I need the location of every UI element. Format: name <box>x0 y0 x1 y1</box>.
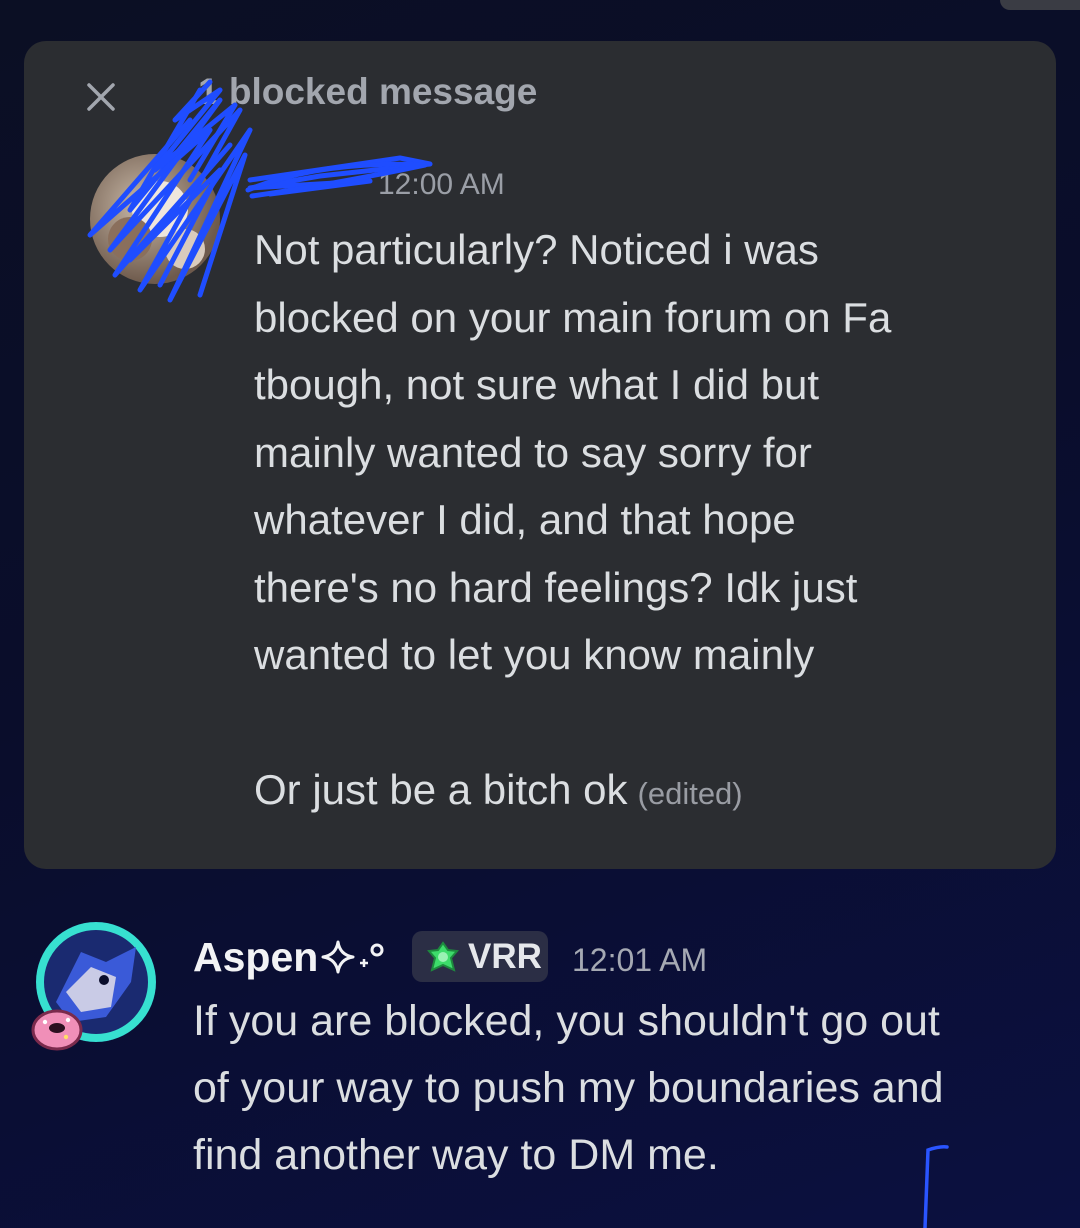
username-label: Aspen <box>193 934 319 980</box>
message-line: wanted to let you know mainly <box>254 631 815 678</box>
pen-stroke-mark <box>923 1145 949 1228</box>
sparkle-icon <box>321 940 355 974</box>
message-line: Or just be a bitch ok (edited) <box>254 756 1014 828</box>
top-corner-edge <box>1000 0 1080 10</box>
blocked-message-content: Not particularly? Noticed i was blocked … <box>254 216 1014 828</box>
sparkle-dots-icon <box>360 943 384 967</box>
reply-timestamp: 12:01 AM <box>572 942 708 978</box>
server-tag[interactable]: VRR <box>412 931 548 982</box>
message-line: tbough, not sure what I did but <box>254 361 820 408</box>
close-icon[interactable] <box>84 80 118 114</box>
message-line: there's no hard feelings? Idk just <box>254 563 858 611</box>
blocked-user-avatar[interactable] <box>90 154 220 284</box>
message-line: Not particularly? Noticed i was <box>254 226 819 273</box>
gem-icon <box>427 941 459 972</box>
message-last-line: Or just be a bitch ok <box>254 766 628 813</box>
reply-line: of your way to push my boundaries and <box>193 1064 944 1112</box>
blocked-message-label[interactable]: 1 blocked message <box>198 71 537 113</box>
reply-line: If you are blocked, you shouldn't go out <box>193 997 940 1045</box>
donut-decoration-icon <box>31 1009 83 1051</box>
message-line: mainly wanted to say sorry for <box>254 428 812 476</box>
message-line: whatever I did, and that hope <box>254 496 796 543</box>
edited-label: (edited) <box>637 776 743 811</box>
blocked-message-timestamp: 12:00 AM <box>378 168 505 201</box>
message-line: blocked on your main forum on Fa <box>254 293 892 341</box>
server-tag-label: VRR <box>468 937 542 976</box>
username[interactable]: Aspen <box>193 934 386 981</box>
